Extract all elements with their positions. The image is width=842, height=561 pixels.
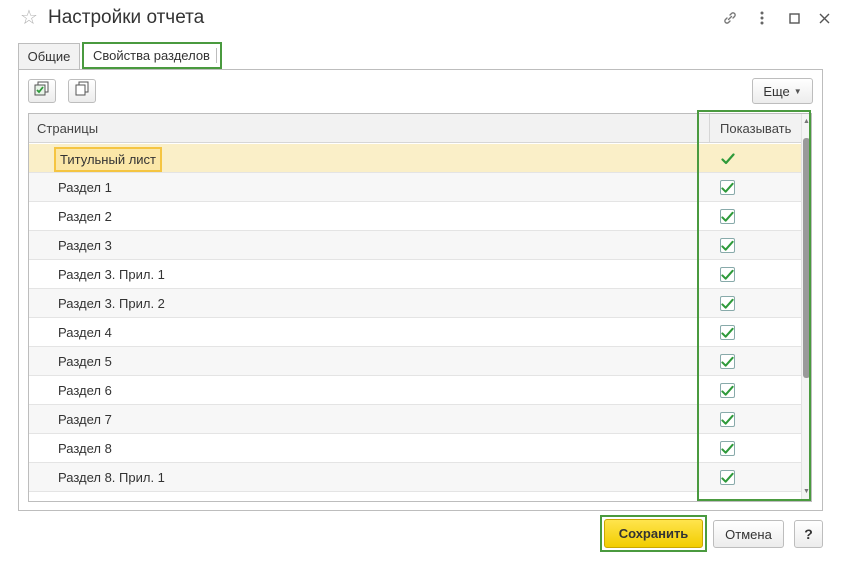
table-row[interactable]: Титульный лист	[29, 144, 801, 173]
table-row[interactable]: Раздел 1	[29, 173, 801, 202]
scroll-up-arrow-icon[interactable]: ▲	[803, 118, 810, 125]
row-label: Раздел 1	[58, 180, 112, 195]
row-label: Раздел 3. Прил. 2	[58, 296, 165, 311]
more-vertical-icon[interactable]	[752, 8, 772, 28]
row-label: Раздел 2	[58, 209, 112, 224]
show-checkbox[interactable]	[720, 151, 735, 166]
table-row[interactable]: Раздел 3	[29, 231, 801, 260]
tab-general-label: Общие	[27, 49, 71, 64]
caret-down-icon: ▼	[793, 86, 802, 96]
table-row[interactable]: Раздел 2	[29, 202, 801, 231]
row-label: Раздел 3	[58, 238, 112, 253]
cancel-button[interactable]: Отмена	[713, 520, 784, 548]
tab-section-properties-label: Свойства разделов	[87, 48, 217, 63]
row-label: Раздел 7	[58, 412, 112, 427]
copy-button[interactable]	[68, 79, 96, 103]
row-label: Раздел 6	[58, 383, 112, 398]
help-button[interactable]: ?	[794, 520, 823, 548]
show-checkbox[interactable]	[720, 267, 735, 282]
close-icon[interactable]	[814, 8, 834, 28]
show-checkbox[interactable]	[720, 209, 735, 224]
more-actions-button[interactable]: Еще ▼	[752, 78, 813, 104]
row-label: Раздел 8. Прил. 1	[58, 470, 165, 485]
row-label: Титульный лист	[54, 147, 163, 172]
maximize-icon[interactable]	[784, 8, 804, 28]
scroll-thumb[interactable]	[803, 138, 810, 378]
show-checkbox[interactable]	[720, 325, 735, 340]
table-row[interactable]: Раздел 6	[29, 376, 801, 405]
show-checkbox[interactable]	[720, 470, 735, 485]
table-row[interactable]: Раздел 4	[29, 318, 801, 347]
tab-general[interactable]: Общие	[18, 43, 80, 69]
column-header-show[interactable]: Показывать	[709, 114, 801, 143]
link-icon[interactable]	[720, 8, 740, 28]
window-title: Настройки отчета	[48, 7, 205, 28]
save-button-label: Сохранить	[618, 526, 689, 541]
row-label: Раздел 4	[58, 325, 112, 340]
show-checkbox[interactable]	[720, 238, 735, 253]
column-header-pages[interactable]: Страницы	[37, 121, 98, 136]
sections-table: Страницы Показывать Титульный лист Раздел…	[28, 113, 812, 502]
cancel-button-label: Отмена	[725, 526, 772, 542]
table-row[interactable]: Раздел 8	[29, 434, 801, 463]
copy-icon	[74, 81, 90, 102]
star-icon[interactable]: ☆	[20, 8, 38, 28]
save-button[interactable]: Сохранить	[604, 519, 703, 548]
show-checkbox[interactable]	[720, 296, 735, 311]
show-checkbox[interactable]	[720, 383, 735, 398]
row-label: Раздел 8	[58, 441, 112, 456]
scroll-down-arrow-icon[interactable]: ▼	[803, 488, 810, 495]
table-row[interactable]: Раздел 8. Прил. 1	[29, 463, 801, 492]
show-checkbox[interactable]	[720, 180, 735, 195]
table-row[interactable]: Раздел 7	[29, 405, 801, 434]
vertical-scrollbar[interactable]: ▲ ▼	[801, 114, 811, 501]
help-button-label: ?	[804, 526, 813, 542]
title-bar: ☆ Настройки отчета	[0, 0, 842, 38]
check-all-button[interactable]	[28, 79, 56, 103]
table-header: Страницы Показывать	[29, 114, 801, 143]
more-actions-label: Еще	[763, 83, 790, 99]
row-label: Раздел 3. Прил. 1	[58, 267, 165, 282]
show-checkbox[interactable]	[720, 412, 735, 427]
table-body: Титульный лист Раздел 1 Раздел 2 Раздел 3 Ра…	[29, 144, 801, 492]
check-all-icon	[34, 81, 50, 102]
show-checkbox[interactable]	[720, 441, 735, 456]
table-row[interactable]: Раздел 3. Прил. 2	[29, 289, 801, 318]
row-label: Раздел 5	[58, 354, 112, 369]
show-checkbox[interactable]	[720, 354, 735, 369]
tab-section-properties[interactable]: Свойства разделов	[82, 42, 222, 69]
table-row[interactable]: Раздел 3. Прил. 1	[29, 260, 801, 289]
table-row[interactable]: Раздел 5	[29, 347, 801, 376]
